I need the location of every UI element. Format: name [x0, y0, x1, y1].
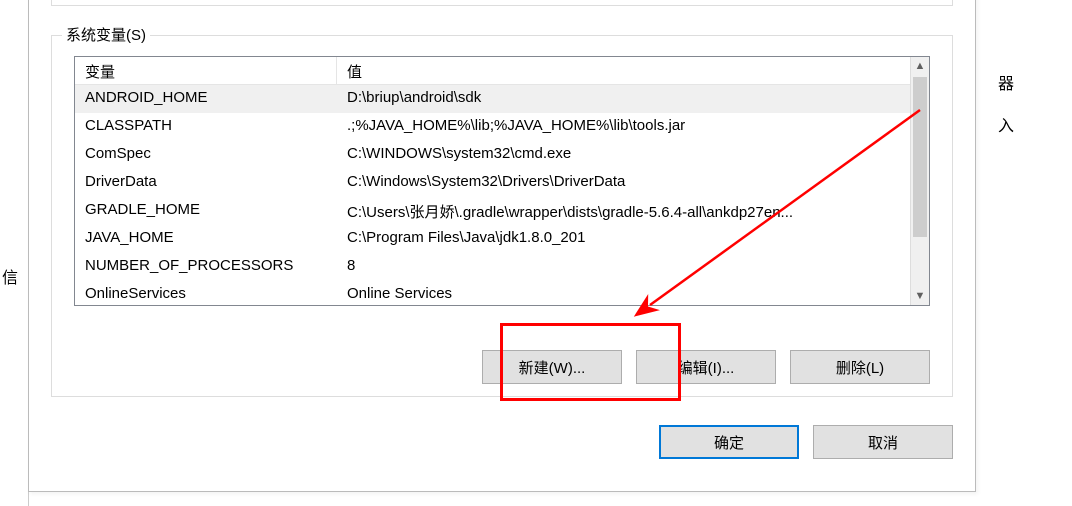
- variable-name-cell: NUMBER_OF_PROCESSORS: [75, 253, 337, 281]
- delete-button[interactable]: 删除(L): [790, 350, 930, 384]
- table-row[interactable]: ComSpecC:\WINDOWS\system32\cmd.exe: [75, 141, 929, 169]
- ok-button[interactable]: 确定: [659, 425, 799, 459]
- group-title: 系统变量(S): [62, 24, 150, 45]
- variable-value-cell: C:\Users\张月娇\.gradle\wrapper\dists\gradl…: [337, 197, 929, 225]
- variable-value-cell: C:\WINDOWS\system32\cmd.exe: [337, 141, 929, 169]
- variable-name-cell: GRADLE_HOME: [75, 197, 337, 225]
- variable-name-cell: OnlineServices: [75, 281, 337, 305]
- background-right-text-2: 入: [998, 112, 1014, 136]
- variable-value-cell: 8: [337, 253, 929, 281]
- scroll-down-icon[interactable]: ▼: [911, 287, 929, 305]
- variable-name-cell: CLASSPATH: [75, 113, 337, 141]
- scroll-up-icon[interactable]: ▲: [911, 57, 929, 75]
- environment-variables-dialog: 系统变量(S) 变量 值 ANDROID_HOMED:\briup\androi…: [28, 0, 976, 492]
- table-row[interactable]: ANDROID_HOMED:\briup\android\sdk: [75, 85, 929, 113]
- table-row[interactable]: GRADLE_HOMEC:\Users\张月娇\.gradle\wrapper\…: [75, 197, 929, 225]
- variable-value-cell: .;%JAVA_HOME%\lib;%JAVA_HOME%\lib\tools.…: [337, 113, 929, 141]
- variable-name-cell: DriverData: [75, 169, 337, 197]
- background-right-text-1: 器: [998, 70, 1014, 94]
- variable-name-cell: JAVA_HOME: [75, 225, 337, 253]
- background-left-panel: 信: [0, 0, 29, 506]
- table-row[interactable]: OnlineServicesOnline Services: [75, 281, 929, 305]
- table-row[interactable]: NUMBER_OF_PROCESSORS8: [75, 253, 929, 281]
- new-button[interactable]: 新建(W)...: [482, 350, 622, 384]
- variable-value-cell: C:\Windows\System32\Drivers\DriverData: [337, 169, 929, 197]
- variable-name-cell: ComSpec: [75, 141, 337, 169]
- cancel-button[interactable]: 取消: [813, 425, 953, 459]
- column-header-name[interactable]: 变量: [75, 57, 337, 85]
- group-button-row: 新建(W)... 编辑(I)... 删除(L): [482, 350, 930, 384]
- list-header: 变量 值: [75, 57, 929, 85]
- table-row[interactable]: CLASSPATH.;%JAVA_HOME%\lib;%JAVA_HOME%\l…: [75, 113, 929, 141]
- system-variables-group: 系统变量(S) 变量 值 ANDROID_HOMED:\briup\androi…: [51, 35, 953, 397]
- variable-name-cell: ANDROID_HOME: [75, 85, 337, 113]
- variable-value-cell: D:\briup\android\sdk: [337, 85, 929, 113]
- background-right-panel: 器 入: [992, 0, 1072, 506]
- column-header-value[interactable]: 值: [337, 57, 929, 85]
- upper-group-border: [51, 0, 953, 6]
- background-left-text: 信: [2, 264, 18, 288]
- dialog-button-row: 确定 取消: [659, 425, 953, 459]
- table-row[interactable]: JAVA_HOMEC:\Program Files\Java\jdk1.8.0_…: [75, 225, 929, 253]
- table-row[interactable]: DriverDataC:\Windows\System32\Drivers\Dr…: [75, 169, 929, 197]
- system-variables-list[interactable]: 变量 值 ANDROID_HOMED:\briup\android\sdkCLA…: [74, 56, 930, 306]
- variable-value-cell: C:\Program Files\Java\jdk1.8.0_201: [337, 225, 929, 253]
- vertical-scrollbar[interactable]: ▲ ▼: [910, 57, 929, 305]
- edit-button[interactable]: 编辑(I)...: [636, 350, 776, 384]
- variable-value-cell: Online Services: [337, 281, 929, 305]
- scroll-thumb[interactable]: [913, 77, 927, 237]
